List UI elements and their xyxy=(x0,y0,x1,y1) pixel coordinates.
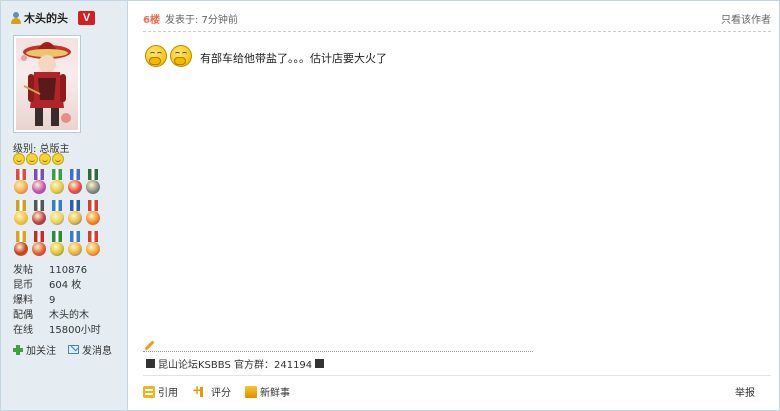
square-bullet-icon xyxy=(315,359,325,368)
medal-icon[interactable] xyxy=(31,231,47,257)
only-author-link[interactable]: 只看该作者 xyxy=(721,11,771,26)
username[interactable]: 木头的头 xyxy=(24,10,68,26)
user-sidebar: 木头的头 V 级别: 总版主 发帖 110876 昆币 604 枚 爆料 9 配… xyxy=(1,1,128,410)
medal-icon[interactable] xyxy=(49,200,65,226)
user-stats: 发帖 110876 昆币 604 枚爆料 9 配偶 木头的木在线 15800小时 xyxy=(13,263,101,338)
level-smiley-icon xyxy=(13,153,25,165)
follow-label: 加关注 xyxy=(26,346,56,357)
medal-icon[interactable] xyxy=(49,169,65,195)
stat-value: 110876 xyxy=(49,265,88,276)
fresh-news-button[interactable]: 新鲜事 xyxy=(245,384,290,399)
stat-value: 木头的木 xyxy=(49,310,89,321)
level-smiley-icon xyxy=(39,153,51,165)
stat-row: 爆料 9 xyxy=(13,293,101,308)
level-smiley-icon xyxy=(52,153,64,165)
avatar[interactable] xyxy=(13,35,81,133)
rate-plus-icon xyxy=(192,383,208,398)
avatar-character-image xyxy=(21,42,71,126)
quote-icon xyxy=(143,385,155,398)
stat-value: 9 xyxy=(49,295,56,306)
medal-icon[interactable] xyxy=(31,200,47,226)
message-label: 发消息 xyxy=(82,346,112,357)
user-actions: 加关注 发消息 xyxy=(13,342,124,357)
medal-icon[interactable] xyxy=(13,169,29,195)
stat-row: 在线 15800小时 xyxy=(13,323,101,338)
post-header: 6楼 发表于: 7分钟前 xyxy=(143,11,238,26)
user-icon xyxy=(11,12,21,24)
medal-grid xyxy=(13,169,101,257)
medal-icon[interactable] xyxy=(67,231,83,257)
level-smiley-icon xyxy=(26,153,38,165)
medal-icon[interactable] xyxy=(49,231,65,257)
medal-icon[interactable] xyxy=(13,200,29,226)
medal-icon[interactable] xyxy=(13,231,29,257)
signature: 昆山论坛KSBBS 官方群：241194 xyxy=(143,356,327,371)
header-divider xyxy=(143,31,771,32)
username-row: 木头的头 V xyxy=(11,10,95,26)
medal-icon[interactable] xyxy=(85,231,101,257)
plus-icon xyxy=(13,344,23,355)
post-actions: 引用 评分 新鲜事 xyxy=(143,383,304,400)
stat-row: 发帖 110876 xyxy=(13,263,101,278)
stat-key: 配偶 xyxy=(13,310,33,321)
stat-row: 昆币 604 枚 xyxy=(13,278,101,293)
quote-button[interactable]: 引用 xyxy=(143,384,178,399)
medal-icon[interactable] xyxy=(31,169,47,195)
post-time: 发表于: 7分钟前 xyxy=(164,15,238,26)
send-message-button[interactable]: 发消息 xyxy=(68,342,112,357)
medal-icon[interactable] xyxy=(67,200,83,226)
floor-number[interactable]: 6楼 xyxy=(143,11,160,26)
post-main: 6楼 发表于: 7分钟前 只看该作者 有部车给他带盐了。。。估计店要大火了 昆山… xyxy=(129,1,779,410)
stat-value: 604 枚 xyxy=(49,280,82,291)
level-stars xyxy=(13,153,64,165)
laughing-emoji-icon xyxy=(170,43,192,67)
footer-divider xyxy=(143,375,771,376)
fresh-news-icon xyxy=(245,385,257,398)
post-text: 有部车给他带盐了。。。估计店要大火了 xyxy=(200,52,387,65)
square-bullet-icon xyxy=(146,359,155,368)
report-link[interactable]: 举报 xyxy=(735,384,755,399)
medal-icon[interactable] xyxy=(67,169,83,195)
post-content: 有部车给他带盐了。。。估计店要大火了 xyxy=(145,43,387,67)
signature-text: 昆山论坛KSBBS 官方群：241194 xyxy=(158,360,313,371)
laughing-emoji-icon xyxy=(145,43,167,67)
medal-icon[interactable] xyxy=(85,200,101,226)
verified-badge: V xyxy=(78,11,95,25)
medal-icon[interactable] xyxy=(85,169,101,195)
quote-label: 引用 xyxy=(158,388,178,399)
envelope-icon xyxy=(68,345,79,354)
rate-label: 评分 xyxy=(211,388,231,399)
stat-value: 15800小时 xyxy=(49,325,101,336)
stat-key: 爆料 xyxy=(13,295,33,306)
stat-key: 发帖 xyxy=(13,265,33,276)
stat-key: 在线 xyxy=(13,325,33,336)
stat-row: 配偶 木头的木 xyxy=(13,308,101,323)
fresh-label: 新鲜事 xyxy=(260,388,290,399)
follow-button[interactable]: 加关注 xyxy=(13,342,56,357)
rate-button[interactable]: 评分 xyxy=(192,383,231,400)
stat-key: 昆币 xyxy=(13,280,33,291)
